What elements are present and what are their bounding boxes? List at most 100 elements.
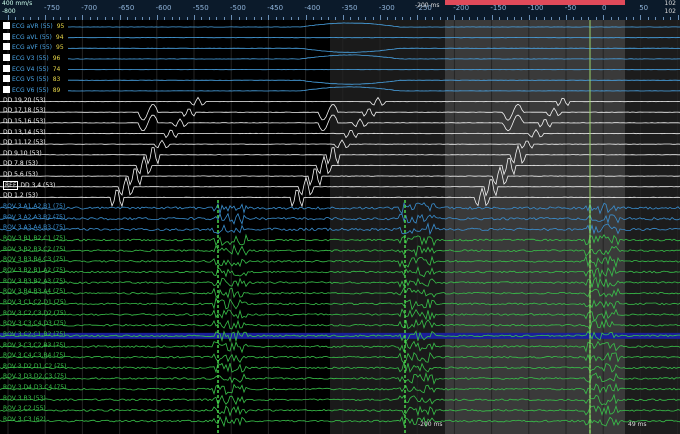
ruler-right-value: 102 102 (665, 0, 676, 16)
channel-name: ECG aVF (55) (12, 44, 52, 52)
channel-name: ECG aVL (55) (12, 33, 52, 41)
channel-checkbox[interactable] (3, 64, 10, 72)
channel-label[interactable]: DD 5,6 (53) (3, 171, 38, 179)
ruler-tick (208, 17, 210, 20)
ruler-tick (551, 17, 553, 20)
channel-name: ROV 3 A1,A2,B1 (75) (3, 203, 66, 211)
channel-label[interactable]: DD 15,16 (53) (3, 118, 46, 126)
ruler-tick (655, 17, 657, 20)
ruler-tick (528, 15, 530, 20)
ruler-tick (394, 17, 396, 20)
channel-label[interactable]: ECG V4 (55) 74 (3, 64, 61, 74)
channel-label[interactable]: DD 13,14 (53) (3, 129, 46, 137)
channel-name: ROV 3 C2 (55) (3, 405, 46, 413)
channel-label[interactable]: ROV 3 C3,C2,B3 (75) (3, 342, 66, 350)
channel-label[interactable]: ROV 3 C1,C2,D1 (75) (3, 299, 66, 307)
channel-name: ROV 3 C3,C4,D3 (75) (3, 320, 67, 328)
ruler-tick-label: -200 (453, 4, 470, 12)
ruler-tick (327, 17, 329, 20)
channel-label[interactable]: ECG aVF (55) 95 (3, 43, 64, 52)
ruler-tick (633, 17, 634, 20)
channel-name: ROV 3 D4,D3,C4 (75) (3, 384, 67, 392)
channel-label[interactable]: DD 7,8 (53) (3, 160, 38, 168)
channel-checkbox[interactable] (3, 53, 10, 61)
channel-label[interactable]: ROV 3 D4,D3,C4 (75) (3, 384, 66, 392)
channel-label[interactable]: DD 9,10 (53) (3, 150, 42, 158)
channel-checkbox[interactable] (3, 75, 10, 83)
channel-label[interactable]: ROV 3 C4,C3,B4 (75) (3, 352, 66, 360)
ruler-tick (320, 17, 322, 20)
channel-value: 89 (52, 86, 61, 94)
channel-name: ROV 3 D3,D2,C3 (75) (3, 373, 67, 381)
channel-label[interactable]: ROV 3 B4,B3,A4 (75) (3, 288, 65, 296)
channel-checkbox[interactable] (3, 43, 10, 51)
channel-label[interactable]: ROV 3 C2 (55) (3, 405, 46, 413)
ruler-tick (275, 17, 277, 20)
ruler-tick (164, 17, 166, 20)
ruler-tick-label: -350 (341, 4, 358, 12)
bottom-ms-label-left: -200 ms (418, 421, 443, 428)
analysis-window (445, 20, 625, 434)
ruler-right-value-2: 102 (664, 8, 676, 15)
ruler-tick (513, 17, 515, 20)
ruler-tick (268, 15, 270, 20)
channel-checkbox[interactable] (3, 85, 10, 93)
channel-name: ROV 3 C1,C2,D1 (75) (3, 298, 67, 306)
channel-name: ROV 3 B3 (53) (3, 394, 46, 402)
channel-label[interactable]: ROV 3 C3,C4,D3 (75) (3, 320, 66, 328)
ruler-tick (246, 17, 248, 20)
channel-label[interactable]: DD 19,20 (53) (3, 97, 46, 105)
channel-label[interactable]: ROV 3 A2,A3,B2 (75) (3, 214, 65, 222)
channel-label[interactable]: DD 1,2 (53) (3, 192, 38, 200)
channel-value: 74 (52, 65, 61, 73)
channel-label[interactable]: DD 11,12 (53) (3, 139, 46, 147)
ruler-tick (566, 15, 567, 20)
channel-label[interactable]: ROV 3 D2,D1,C2 (75) (3, 363, 66, 371)
channel-checkbox[interactable] (3, 22, 10, 29)
channel-label[interactable]: ROV 3 C2,C3,D2 (75) (3, 310, 66, 318)
channel-label[interactable]: ROV 3 B3,B4,C3 (75) (3, 256, 65, 264)
channel-label[interactable]: ECG aVR (55) 95 (3, 22, 64, 31)
channel-label[interactable]: ECG V3 (55) 96 (3, 53, 60, 63)
ruler-tick (476, 17, 478, 20)
channel-label[interactable]: ROV 3 C2,C1,B2 (75) (3, 331, 66, 339)
channel-label[interactable]: ROV 3 B1,B2,C1 (75) (3, 235, 65, 243)
ruler-tick (610, 17, 612, 20)
channel-name: ROV 3 B3,B4,C3 (75) (3, 256, 66, 264)
channel-label[interactable]: ROV 3 B2,B3,C2 (75) (3, 246, 65, 254)
ruler-tick (662, 17, 664, 20)
ruler-tick (171, 17, 173, 20)
channel-name: ECG aVR (55) (12, 23, 53, 30)
channel-name: ECG V6 (55) (12, 86, 49, 94)
channel-label[interactable]: ROV 3 D3,D2,C3 (75) (3, 373, 66, 381)
channel-label[interactable]: ECG V6 (55) 89 (3, 85, 61, 95)
channel-name: DD 17,18 (53) (3, 107, 46, 115)
ruler-tick (372, 17, 374, 20)
channel-label[interactable]: ECG V5 (55) 83 (3, 75, 60, 84)
ruler-tick (499, 17, 500, 20)
ruler-tick (149, 17, 151, 20)
ruler-tick (290, 17, 292, 20)
channel-label[interactable]: ROV 3 A3,A4,B3 (75) (3, 224, 65, 232)
channel-value: 95 (56, 23, 65, 30)
bottom-ms-label-right: 49 ms (628, 421, 647, 428)
channel-label[interactable]: ROV 3 C3 (62) (3, 416, 46, 424)
channel-label[interactable]: ROV 3 B3,B2,A3 (75) (3, 278, 65, 286)
channel-label[interactable]: DD 17,18 (53) (3, 107, 46, 115)
channel-label[interactable]: ROV 3 A1,A2,B1 (75) (3, 203, 65, 211)
channel-label[interactable]: ROV 3 B3 (53) (3, 395, 46, 403)
channel-checkbox[interactable] (3, 32, 10, 40)
channel-label[interactable]: ECG aVL (55) 94 (3, 32, 64, 42)
ruler-tick (141, 17, 143, 20)
ruler-tick (342, 15, 344, 20)
channel-label[interactable]: REF DD 3,4 (53) (3, 180, 56, 190)
channel-name: ROV 3 B3,B2,A3 (75) (3, 277, 66, 285)
ruler-tick (625, 17, 627, 20)
signal-viewer[interactable]: 400 mm/s -800 -750 -700 -650 -600 -550 -500 -4… (0, 0, 680, 434)
ruler-tick-label: -550 (192, 4, 209, 12)
shaded-region (625, 20, 680, 434)
channel-label[interactable]: ROV 3 B2,B1,A2 (75) (3, 267, 65, 275)
ruler-tick-label: 50 (639, 4, 649, 12)
channel-name: DD 3,4 (53) (20, 181, 56, 189)
ruler-tick (618, 17, 620, 20)
